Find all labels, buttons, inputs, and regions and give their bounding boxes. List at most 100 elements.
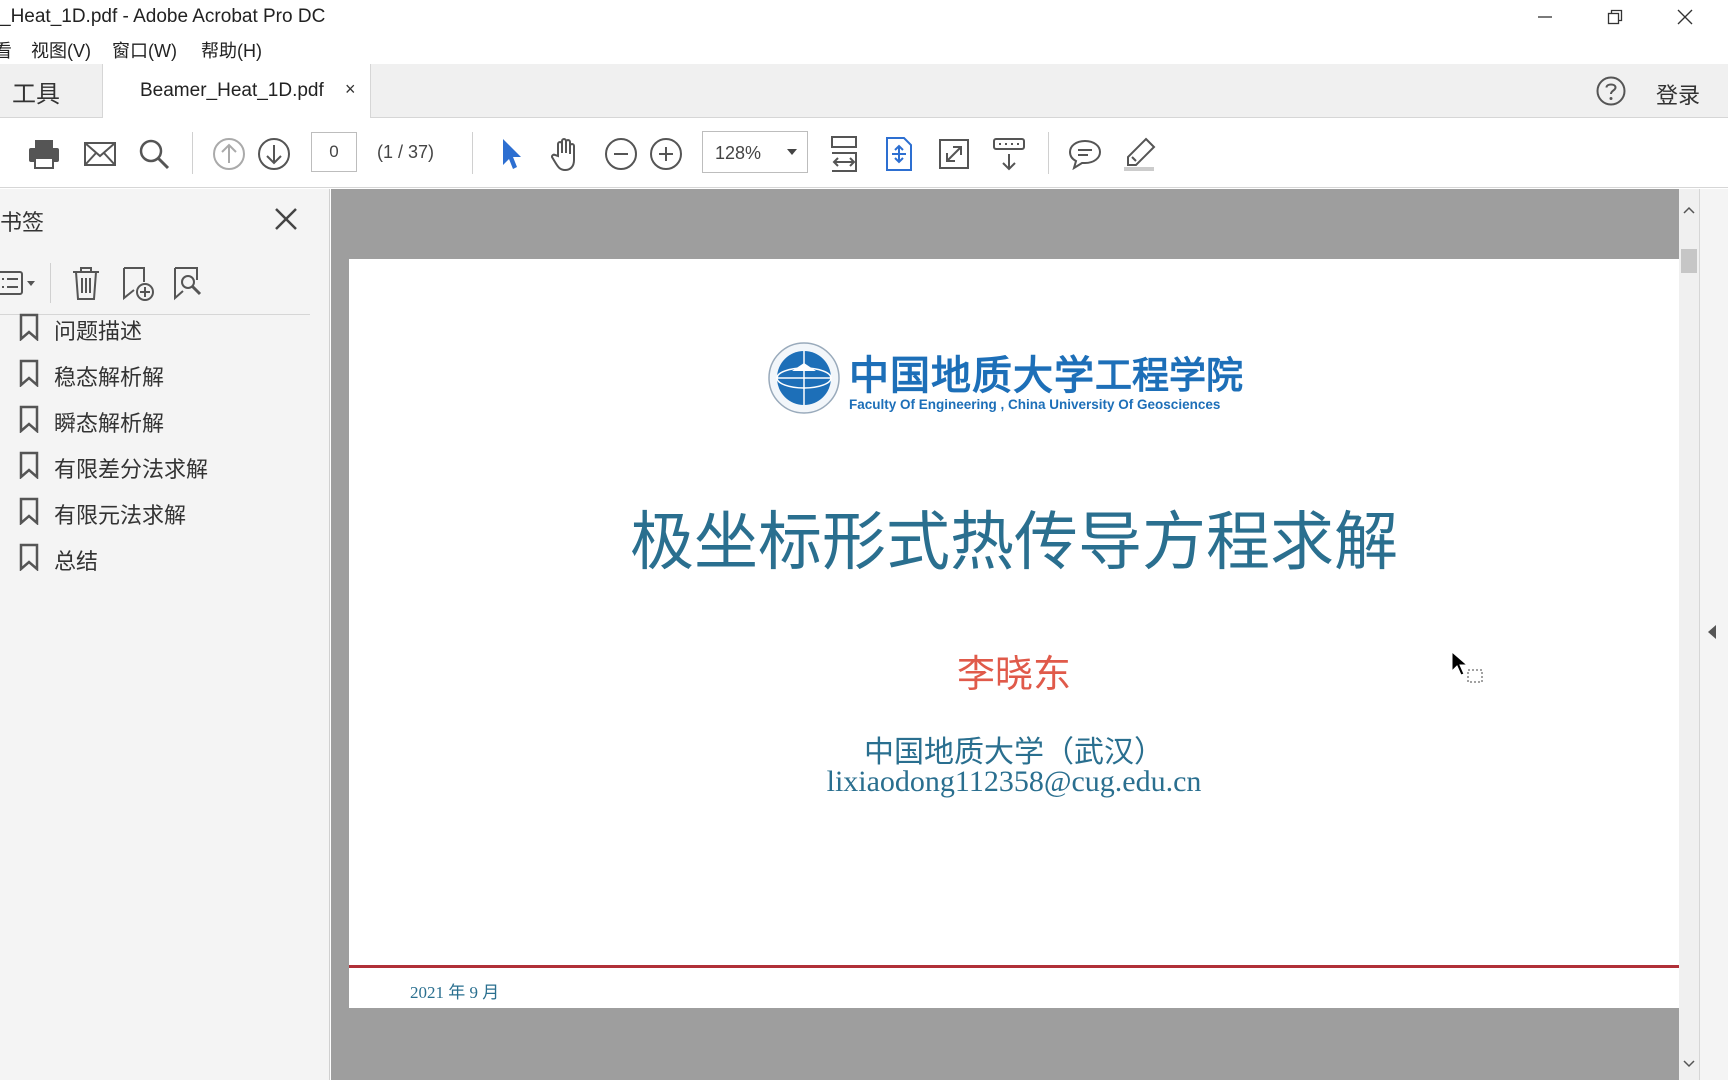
- highlighter-icon: [1124, 137, 1156, 171]
- footer-rule: [349, 965, 1679, 968]
- university-logo: 中国地质大学 工程学院 Faculty Of Engineering , Chi…: [767, 341, 1247, 419]
- arrow-down-icon: [258, 138, 290, 170]
- vertical-scrollbar[interactable]: [1679, 189, 1699, 1080]
- bookmark-item[interactable]: 有限差分法求解: [0, 444, 310, 484]
- restore-button[interactable]: [1580, 0, 1650, 34]
- fit-page-button[interactable]: [879, 134, 919, 174]
- bookmarks-panel: 书签 问题描述 稳态解析解 瞬态解析解 有限差分法求解 有限元法求解 总结: [0, 189, 330, 1080]
- expand-right-pane-icon[interactable]: [1708, 625, 1716, 639]
- bookmark-icon: [19, 359, 39, 387]
- bookmark-icon: [19, 451, 39, 479]
- bookmark-label: 稳态解析解: [54, 365, 165, 390]
- logo-university-name: 中国地质大学: [849, 352, 1095, 399]
- bookmark-icon: [19, 543, 39, 571]
- search-button[interactable]: [134, 134, 174, 174]
- delete-bookmark-button[interactable]: [66, 263, 106, 303]
- minimize-button[interactable]: [1510, 0, 1580, 34]
- title-bar: _Heat_1D.pdf - Adobe Acrobat Pro DC: [0, 0, 1728, 34]
- bookmark-icon: [19, 497, 39, 525]
- expand-icon: [939, 139, 969, 169]
- email-button[interactable]: [80, 134, 120, 174]
- hand-tool-button[interactable]: [546, 134, 586, 174]
- pdf-page: 中国地质大学 工程学院 Faculty Of Engineering , Chi…: [349, 259, 1679, 1008]
- help-icon[interactable]: [1595, 75, 1627, 107]
- tab-document[interactable]: Beamer_Heat_1D.pdf ×: [103, 64, 371, 119]
- bookmark-icon: [19, 313, 39, 341]
- comment-button[interactable]: [1065, 134, 1105, 174]
- zoom-in-button[interactable]: [646, 134, 686, 174]
- window-title: _Heat_1D.pdf - Adobe Acrobat Pro DC: [0, 6, 326, 27]
- menu-view-partial[interactable]: 看: [0, 37, 12, 63]
- new-bookmark-button[interactable]: [117, 263, 157, 303]
- bookmark-label: 瞬态解析解: [54, 411, 165, 436]
- document-viewer[interactable]: 中国地质大学 工程学院 Faculty Of Engineering , Chi…: [331, 189, 1679, 1080]
- prev-page-button[interactable]: [209, 134, 249, 174]
- hand-icon: [551, 138, 575, 172]
- zoom-out-button[interactable]: [601, 134, 641, 174]
- bookmark-label: 总结: [54, 549, 99, 574]
- tab-tools[interactable]: 工具: [0, 64, 103, 118]
- close-icon: [275, 208, 297, 230]
- bookmark-icon: [19, 405, 39, 433]
- fit-width-button[interactable]: [824, 134, 864, 174]
- print-button[interactable]: [24, 134, 64, 174]
- arrow-pointer-icon: [503, 139, 521, 169]
- close-window-button[interactable]: [1650, 0, 1720, 34]
- zoom-in-icon: [650, 138, 682, 170]
- sidebar-divider: [50, 263, 51, 303]
- toolbar-divider: [192, 132, 193, 174]
- tab-document-label: Beamer_Heat_1D.pdf: [140, 80, 324, 101]
- highlight-button[interactable]: [1120, 134, 1160, 174]
- find-bookmark-button[interactable]: [168, 263, 208, 303]
- chevron-down-icon: [787, 149, 797, 155]
- zoom-out-icon: [605, 138, 637, 170]
- search-icon: [139, 139, 170, 170]
- full-screen-button[interactable]: [934, 134, 974, 174]
- right-pane-toggle[interactable]: [1699, 189, 1728, 1080]
- bookmark-item[interactable]: 瞬态解析解: [0, 398, 310, 438]
- scroll-up-icon[interactable]: [1683, 205, 1695, 215]
- page-number-input[interactable]: 0: [311, 132, 357, 172]
- scrollbar-thumb[interactable]: [1681, 249, 1697, 273]
- bookmarks-close-button[interactable]: [268, 201, 304, 237]
- menu-help[interactable]: 帮助(H): [201, 37, 262, 63]
- bookmark-item[interactable]: 有限元法求解: [0, 490, 310, 530]
- page-count: (1 / 37): [377, 142, 435, 162]
- bookmark-label: 有限差分法求解: [54, 457, 209, 482]
- tab-bar: 工具 Beamer_Heat_1D.pdf × 登录: [0, 64, 1728, 119]
- bookmark-add-icon: [123, 267, 154, 301]
- toolbar: 0 (1 / 37) 128%: [0, 118, 1728, 188]
- next-page-button[interactable]: [254, 134, 294, 174]
- mail-icon: [84, 142, 116, 166]
- keyboard-scroll-icon: [993, 138, 1025, 171]
- bookmarks-title: 书签: [0, 210, 45, 235]
- trash-icon: [73, 267, 99, 300]
- menu-bar: 看 视图(V) 窗口(W) 帮助(H): [0, 34, 1728, 64]
- select-tool-button[interactable]: [491, 134, 531, 174]
- zoom-select[interactable]: 128%: [702, 131, 808, 173]
- print-icon: [29, 140, 59, 169]
- zoom-value: 128%: [715, 143, 762, 163]
- bookmark-item[interactable]: 总结: [0, 536, 310, 576]
- fit-page-icon: [886, 137, 912, 171]
- save-icon[interactable]: [0, 134, 10, 174]
- logo-english-name: Faculty Of Engineering , China Universit…: [849, 397, 1221, 412]
- login-button[interactable]: 登录: [1656, 78, 1700, 110]
- scroll-mode-button[interactable]: [989, 134, 1029, 174]
- mouse-cursor-icon: [1451, 651, 1483, 683]
- minimize-icon: [1538, 16, 1552, 18]
- bookmark-search-icon: [174, 267, 202, 301]
- slide-email: lixiaodong112358@cug.edu.cn: [826, 765, 1202, 798]
- bookmark-item[interactable]: 问题描述: [0, 306, 310, 346]
- tab-close-button[interactable]: ×: [345, 79, 356, 100]
- bookmark-options-button[interactable]: [0, 263, 40, 303]
- menu-window[interactable]: 窗口(W): [112, 37, 177, 63]
- comment-icon: [1068, 139, 1102, 170]
- scroll-down-icon[interactable]: [1683, 1059, 1695, 1069]
- logo-department-name: 工程学院: [1095, 354, 1243, 397]
- toolbar-divider: [472, 132, 473, 174]
- close-icon: [1677, 9, 1693, 25]
- fit-width-icon: [831, 136, 857, 172]
- bookmark-item[interactable]: 稳态解析解: [0, 352, 310, 392]
- menu-view[interactable]: 视图(V): [31, 37, 91, 63]
